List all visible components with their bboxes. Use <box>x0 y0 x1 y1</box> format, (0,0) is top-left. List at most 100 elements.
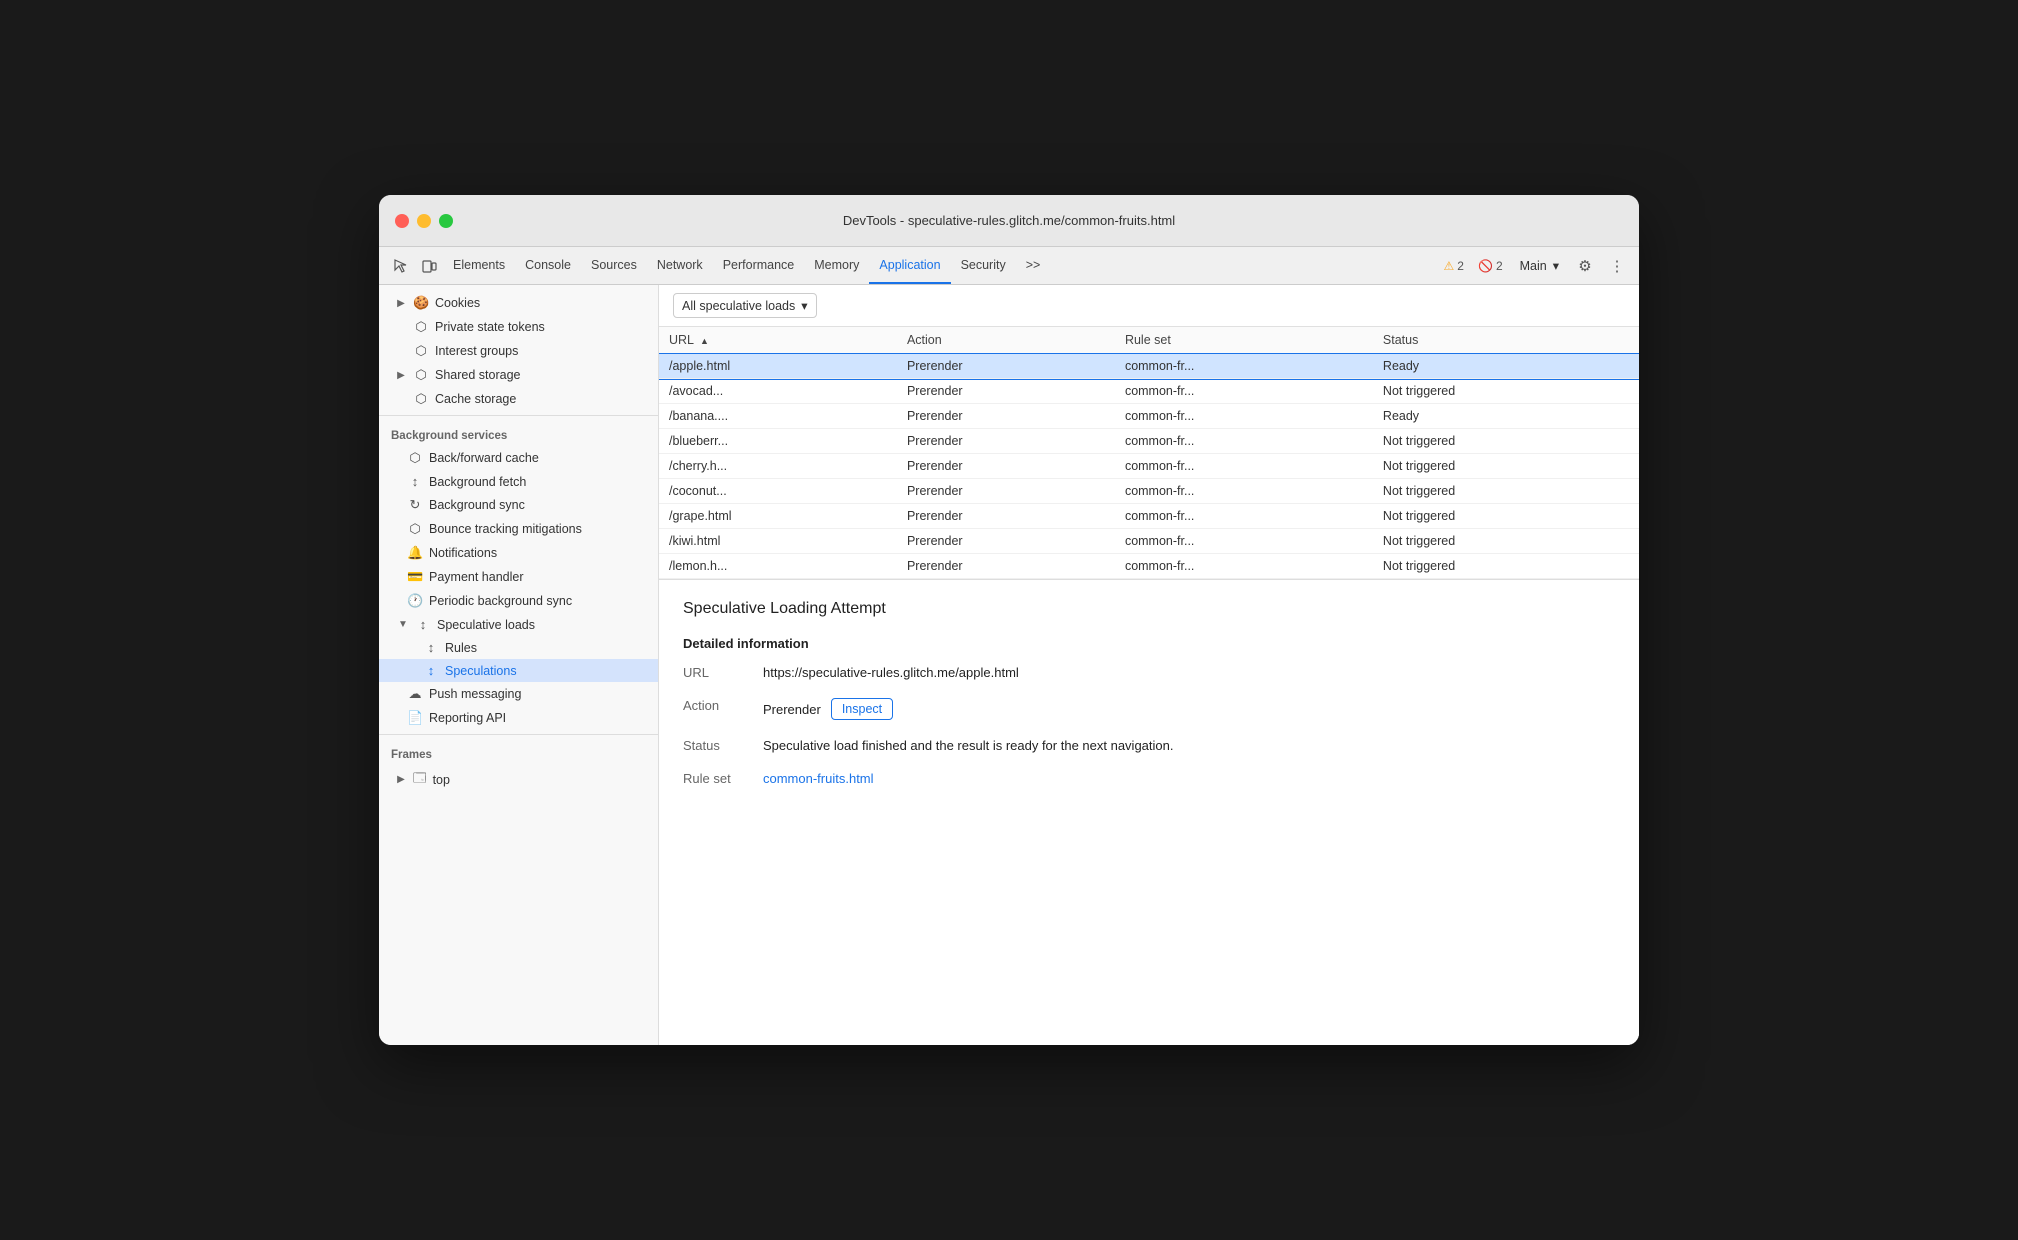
table-row[interactable]: /blueberr... Prerender common-fr... Not … <box>659 429 1639 454</box>
speculative-expand-icon: ▼ <box>397 619 409 630</box>
cell-ruleset: common-fr... <box>1115 479 1373 504</box>
sidebar-item-bounce-tracking[interactable]: ⬡ Bounce tracking mitigations <box>379 517 658 541</box>
sidebar-item-back-forward-cache[interactable]: ⬡ Back/forward cache <box>379 446 658 470</box>
tab-memory[interactable]: Memory <box>804 247 869 284</box>
cell-status: Not triggered <box>1373 379 1639 404</box>
tab-application[interactable]: Application <box>869 247 950 284</box>
push-messaging-icon: ☁ <box>407 686 423 702</box>
sidebar-item-payment-handler[interactable]: 💳 Payment handler <box>379 565 658 589</box>
table-header: URL ▲ Action Rule set Status <box>659 327 1639 354</box>
detail-action-value-container: Prerender Inspect <box>763 698 893 720</box>
table-body: /apple.html Prerender common-fr... Ready… <box>659 354 1639 579</box>
tab-elements[interactable]: Elements <box>443 247 515 284</box>
close-button[interactable] <box>395 214 409 228</box>
content-toolbar: All speculative loads ▾ <box>659 285 1639 327</box>
cell-status: Not triggered <box>1373 479 1639 504</box>
cell-url: /kiwi.html <box>659 529 897 554</box>
maximize-button[interactable] <box>439 214 453 228</box>
speculative-loads-table-container[interactable]: URL ▲ Action Rule set Status <box>659 327 1639 580</box>
tab-security[interactable]: Security <box>951 247 1016 284</box>
shared-storage-icon: ⬡ <box>413 367 429 383</box>
table-row[interactable]: /lemon.h... Prerender common-fr... Not t… <box>659 554 1639 579</box>
inspect-button[interactable]: Inspect <box>831 698 893 720</box>
detail-status-value: Speculative load finished and the result… <box>763 738 1173 753</box>
main-target-dropdown[interactable]: Main ▾ <box>1512 254 1567 277</box>
sidebar-item-periodic-bg-sync[interactable]: 🕐 Periodic background sync <box>379 589 658 613</box>
detail-ruleset-link[interactable]: common-fruits.html <box>763 771 874 786</box>
table-row[interactable]: /avocad... Prerender common-fr... Not tr… <box>659 379 1639 404</box>
cell-status: Not triggered <box>1373 454 1639 479</box>
sidebar-item-interest-groups[interactable]: ⬡ Interest groups <box>379 339 658 363</box>
cookies-icon: 🍪 <box>413 295 429 311</box>
tab-sources[interactable]: Sources <box>581 247 647 284</box>
cell-ruleset: common-fr... <box>1115 404 1373 429</box>
tab-console[interactable]: Console <box>515 247 581 284</box>
detail-url-value: https://speculative-rules.glitch.me/appl… <box>763 665 1019 680</box>
col-status[interactable]: Status <box>1373 327 1639 354</box>
errors-badge[interactable]: 🚫 2 <box>1473 257 1508 275</box>
frame-icon: 🗔 <box>413 769 427 790</box>
table-row[interactable]: /coconut... Prerender common-fr... Not t… <box>659 479 1639 504</box>
col-url[interactable]: URL ▲ <box>659 327 897 354</box>
dropdown-arrow-icon: ▾ <box>1553 258 1559 273</box>
cell-url: /banana.... <box>659 404 897 429</box>
sidebar-item-speculative-loads[interactable]: ▼ ↕ Speculative loads <box>379 613 658 636</box>
cell-url: /grape.html <box>659 504 897 529</box>
sidebar-item-background-sync[interactable]: ↻ Background sync <box>379 493 658 517</box>
sidebar-item-cache-storage[interactable]: ⬡ Cache storage <box>379 387 658 411</box>
cell-ruleset: common-fr... <box>1115 529 1373 554</box>
detail-status-label: Status <box>683 738 763 753</box>
sidebar-item-rules[interactable]: ↕ Rules <box>379 636 658 659</box>
cell-status: Not triggered <box>1373 554 1639 579</box>
col-action[interactable]: Action <box>897 327 1115 354</box>
sidebar-item-reporting-api[interactable]: 📄 Reporting API <box>379 706 658 730</box>
detail-ruleset-row: Rule set common-fruits.html <box>683 771 1615 786</box>
cell-ruleset: common-fr... <box>1115 354 1373 379</box>
settings-icon[interactable]: ⚙ <box>1571 252 1599 280</box>
detail-url-label: URL <box>683 665 763 680</box>
sidebar-divider-2 <box>379 734 658 735</box>
detail-ruleset-label: Rule set <box>683 771 763 786</box>
table-row[interactable]: /cherry.h... Prerender common-fr... Not … <box>659 454 1639 479</box>
cell-action: Prerender <box>897 429 1115 454</box>
detail-action-row: Action Prerender Inspect <box>683 698 1615 720</box>
sidebar-item-private-state-tokens[interactable]: ⬡ Private state tokens <box>379 315 658 339</box>
cell-status: Ready <box>1373 404 1639 429</box>
background-sync-icon: ↻ <box>407 497 423 513</box>
table-row[interactable]: /banana.... Prerender common-fr... Ready <box>659 404 1639 429</box>
cell-url: /avocad... <box>659 379 897 404</box>
cell-action: Prerender <box>897 529 1115 554</box>
table-row[interactable]: /apple.html Prerender common-fr... Ready <box>659 354 1639 379</box>
reporting-api-icon: 📄 <box>407 710 423 726</box>
tab-overflow[interactable]: >> <box>1016 247 1051 284</box>
filter-dropdown[interactable]: All speculative loads ▾ <box>673 293 817 318</box>
device-mode-icon[interactable] <box>415 252 443 280</box>
sidebar-item-notifications[interactable]: 🔔 Notifications <box>379 541 658 565</box>
cell-url: /apple.html <box>659 354 897 379</box>
cell-url: /lemon.h... <box>659 554 897 579</box>
window-controls <box>395 214 453 228</box>
minimize-button[interactable] <box>417 214 431 228</box>
sidebar-item-top-frame[interactable]: ▶ 🗔 top <box>379 765 658 794</box>
table-row[interactable]: /grape.html Prerender common-fr... Not t… <box>659 504 1639 529</box>
detail-url-row: URL https://speculative-rules.glitch.me/… <box>683 665 1615 680</box>
sidebar-item-cookies[interactable]: ▶ 🍪 Cookies <box>379 291 658 315</box>
cell-status: Not triggered <box>1373 529 1639 554</box>
cell-action: Prerender <box>897 454 1115 479</box>
tab-network[interactable]: Network <box>647 247 713 284</box>
cell-url: /coconut... <box>659 479 897 504</box>
sidebar-item-speculations[interactable]: ↕ Speculations <box>379 659 658 682</box>
table-row[interactable]: /kiwi.html Prerender common-fr... Not tr… <box>659 529 1639 554</box>
private-state-icon: ⬡ <box>413 319 429 335</box>
more-options-icon[interactable]: ⋮ <box>1603 252 1631 280</box>
tab-performance[interactable]: Performance <box>713 247 805 284</box>
col-ruleset[interactable]: Rule set <box>1115 327 1373 354</box>
sidebar-item-background-fetch[interactable]: ↕ Background fetch <box>379 470 658 493</box>
sidebar-item-shared-storage[interactable]: ▶ ⬡ Shared storage <box>379 363 658 387</box>
sidebar-item-push-messaging[interactable]: ☁ Push messaging <box>379 682 658 706</box>
warnings-badge[interactable]: ⚠ 2 <box>1439 257 1469 275</box>
select-element-icon[interactable] <box>387 252 415 280</box>
background-fetch-icon: ↕ <box>407 474 423 489</box>
bounce-tracking-icon: ⬡ <box>407 521 423 537</box>
cell-status: Not triggered <box>1373 504 1639 529</box>
